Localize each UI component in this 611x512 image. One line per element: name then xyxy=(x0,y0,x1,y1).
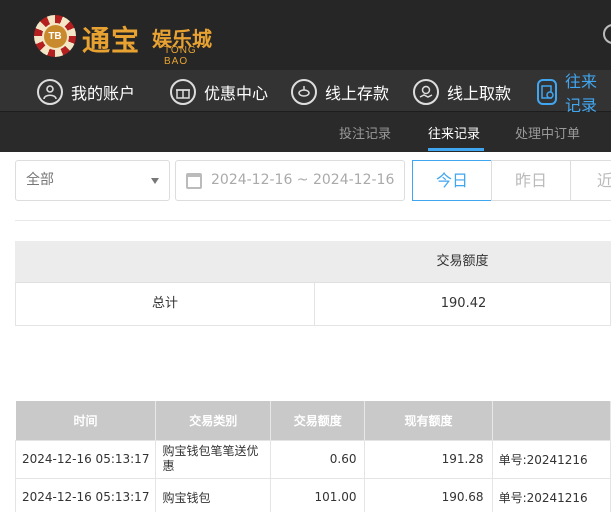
type-select-value: 全部 xyxy=(26,172,54,188)
table-header-row: 时间 交易类别 交易额度 现有额度 xyxy=(15,401,611,440)
date-range-value: 2024-12-16 ~ 2024-12-16 xyxy=(211,172,395,188)
date-range-input[interactable]: 2024-12-16 ~ 2024-12-16 xyxy=(175,160,405,201)
tab-transaction-records[interactable]: 往来记录 xyxy=(428,123,480,142)
withdraw-icon xyxy=(413,79,439,105)
active-tab-indicator xyxy=(428,148,484,151)
site-logo[interactable]: TB 通宝 娱乐城 TONG BAO xyxy=(34,15,222,67)
nav-item-promotions[interactable]: 优惠中心 xyxy=(170,78,268,106)
calendar-icon xyxy=(186,173,202,189)
type-select[interactable]: 全部 xyxy=(15,160,170,201)
cell-amount: 0.60 xyxy=(270,439,366,479)
cell-time: 2024-12-16 05:13:17 xyxy=(14,439,157,479)
chip-logo-icon: TB xyxy=(34,15,76,57)
cell-type: 购宝钱包 xyxy=(155,477,272,512)
cell-balance: 190.68 xyxy=(364,477,493,512)
nav-label: 往来记录 xyxy=(565,72,598,115)
summary-total-value: 190.42 xyxy=(440,296,487,311)
tab-pending-orders[interactable]: 处理中订单 xyxy=(515,123,580,142)
records-icon xyxy=(537,79,557,105)
cell-note: 单号:20241216 xyxy=(491,439,611,479)
nav-label: 优惠中心 xyxy=(204,84,269,103)
summary-row: 总计 190.42 xyxy=(15,283,611,326)
cell-note: 单号:20241216 xyxy=(491,477,611,512)
chevron-down-icon xyxy=(151,178,159,184)
nav-item-my-account[interactable]: 我的账户 xyxy=(37,78,135,106)
nav-label: 线上取款 xyxy=(447,84,512,103)
nav-label: 线上存款 xyxy=(325,84,390,103)
user-circle-icon[interactable] xyxy=(603,24,611,44)
user-icon xyxy=(37,79,63,105)
summary-header-amount: 交易额度 xyxy=(436,254,489,269)
nav-item-deposit[interactable]: 线上存款 xyxy=(291,78,389,106)
main-nav: 我的账户 优惠中心 线上存款 线上取款 往来记录 xyxy=(0,70,611,115)
logo-cn-main: 通宝 xyxy=(82,24,141,57)
column-header-time: 时间 xyxy=(15,401,157,440)
column-header-type: 交易类别 xyxy=(155,401,272,440)
sub-nav: 投注记录 往来记录 处理中订单 xyxy=(0,112,611,152)
cell-time: 2024-12-16 05:13:17 xyxy=(14,477,157,512)
transactions-table: 时间 交易类别 交易额度 现有额度 2024-12-16 05:13:17 购宝… xyxy=(14,401,611,512)
summary-total-label: 总计 xyxy=(16,283,315,325)
gift-icon xyxy=(170,79,196,105)
table-row: 2024-12-16 05:13:17 购宝钱包 101.00 190.68 单… xyxy=(14,477,611,512)
divider xyxy=(15,220,611,221)
logo-badge: TB xyxy=(41,22,69,50)
tab-bet-records[interactable]: 投注记录 xyxy=(339,123,391,142)
nav-item-withdraw[interactable]: 线上取款 xyxy=(413,78,511,106)
column-header-note xyxy=(492,401,611,440)
last-7-days-button[interactable]: 近7 xyxy=(570,160,611,201)
table-row: 2024-12-16 05:13:17 购宝钱包笔笔送优惠 0.60 191.2… xyxy=(14,439,611,479)
cell-balance: 191.28 xyxy=(364,439,493,479)
cell-amount: 101.00 xyxy=(270,477,366,512)
logo-text: 通宝 娱乐城 TONG BAO xyxy=(82,15,222,67)
logo-en: TONG BAO xyxy=(164,45,197,67)
site-header: TB 通宝 娱乐城 TONG BAO xyxy=(0,0,611,70)
cell-type: 购宝钱包笔笔送优惠 xyxy=(155,439,272,479)
column-header-balance: 现有额度 xyxy=(364,401,493,440)
yesterday-button[interactable]: 昨日 xyxy=(491,160,571,201)
column-header-amount: 交易额度 xyxy=(270,401,366,440)
nav-item-records[interactable]: 往来记录 xyxy=(537,72,611,115)
summary-header: 交易额度 xyxy=(15,241,611,283)
today-button[interactable]: 今日 xyxy=(412,160,492,201)
nav-label: 我的账户 xyxy=(71,84,136,103)
deposit-icon xyxy=(291,79,317,105)
